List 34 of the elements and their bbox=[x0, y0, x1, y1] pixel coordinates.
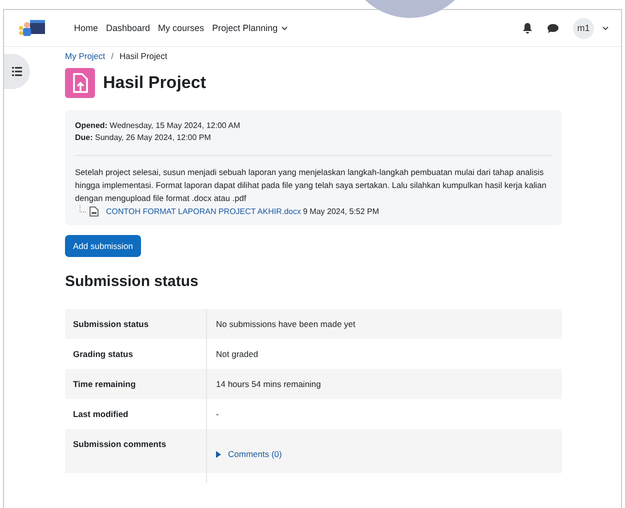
triangle-icon bbox=[216, 450, 221, 458]
breadcrumb-link[interactable]: My Project bbox=[65, 51, 106, 61]
caret-icon bbox=[280, 26, 288, 30]
section-title: Submission status bbox=[65, 273, 200, 290]
file-link[interactable]: CONTOH FORMAT LAPORAN PROJECT AKHIR.docx bbox=[106, 206, 301, 216]
user-avatar[interactable]: m1 bbox=[573, 18, 594, 38]
breadcrumb-separator: / bbox=[111, 51, 114, 61]
row-value: No submissions have been made yet bbox=[216, 319, 356, 329]
file-icon bbox=[79, 205, 101, 217]
nav-link[interactable]: Dashboard bbox=[106, 23, 150, 33]
description-text: Setelah project selesai, susun menjadi sebuah laporan yang menjelaskan langkah-langkah pembuatan mulai dari tahap analisis hingga implementasi. Format laporan dapat dilihat pada file yang telah saya sertakan. Lalu silahkan kumpulkan hasil kerja kalian dengan mengupload file format .docx atau .pdf bbox=[75, 166, 548, 205]
drawer-toggle-button[interactable] bbox=[4, 54, 30, 89]
nav-link[interactable]: My courses bbox=[158, 23, 204, 33]
row-label: Submission comments bbox=[65, 429, 207, 483]
row-label: Submission status bbox=[65, 309, 207, 339]
comments-link[interactable]: Comments (0) bbox=[216, 449, 282, 459]
chat-icon[interactable] bbox=[547, 22, 559, 34]
bell-icon[interactable] bbox=[522, 22, 533, 34]
row-value: 14 hours 54 mins remaining bbox=[216, 379, 321, 389]
breadcrumb-current: Hasil Project bbox=[120, 51, 168, 61]
nav-link[interactable]: Project Planning bbox=[212, 23, 288, 33]
file-date: 9 May 2024, 5:52 PM bbox=[303, 206, 380, 216]
date-line: Due: Sunday, 26 May 2024, 12:00 PM bbox=[75, 132, 212, 144]
caret-icon[interactable] bbox=[602, 26, 609, 30]
add-submission-button[interactable]: Add submission bbox=[65, 235, 142, 257]
row-value: Not graded bbox=[216, 349, 258, 359]
assignment-icon bbox=[65, 68, 95, 98]
row-value: - bbox=[216, 409, 219, 419]
row-label: Time remaining bbox=[65, 369, 207, 399]
page-title: Hasil Project bbox=[103, 73, 206, 93]
nav-link[interactable]: Home bbox=[74, 23, 98, 33]
date-line: Opened: Wednesday, 15 May 2024, 12:00 AM bbox=[75, 120, 242, 132]
logo-icon bbox=[18, 19, 46, 37]
list-icon bbox=[12, 67, 22, 76]
